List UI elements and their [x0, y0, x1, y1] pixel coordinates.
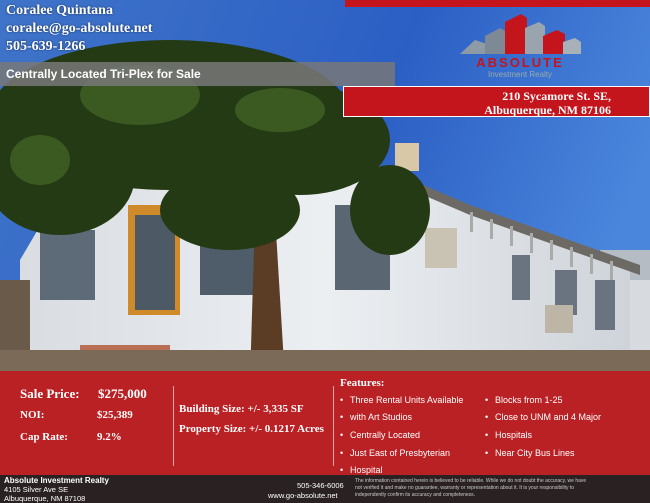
property-size: Property Size: +/- 0.1217 Acres	[179, 423, 324, 435]
footer-disclaimer-3: independently confirm its accuracy and c…	[355, 492, 476, 498]
cap-rate-value: 9.2%	[97, 431, 122, 443]
sale-price-label: Sale Price:	[20, 386, 80, 401]
headline-bar: Centrally Located Tri-Plex for Sale	[0, 62, 395, 86]
logo-tagline: Investment Realty	[487, 70, 553, 79]
feature-item: Close to UNM and 4 Major	[485, 412, 601, 422]
feature-item-continued: with Art Studios	[340, 412, 412, 422]
listing-headline: Centrally Located Tri-Plex for Sale	[6, 67, 201, 81]
skyline-logo-icon	[460, 14, 581, 54]
footer-website[interactable]: www.go-absolute.net	[268, 491, 338, 500]
building-size: Building Size: +/- 3,335 SF	[179, 403, 304, 415]
features-title: Features:	[340, 377, 385, 389]
feature-item: Just East of Presbyterian	[340, 448, 450, 458]
company-logo: ABSOLUTE Investment Realty	[455, 14, 585, 79]
feature-item-continued: Hospital	[340, 465, 382, 475]
address-line-1: 210 Sycamore St. SE,	[502, 89, 611, 103]
sale-price-value: $275,000	[98, 386, 147, 401]
noi-label: NOI:	[20, 409, 45, 421]
feature-item: Near City Bus Lines	[485, 448, 574, 458]
footer-street: 4105 Silver Ave SE	[4, 485, 69, 494]
cap-rate-label: Cap Rate:	[20, 431, 68, 443]
address-box: 210 Sycamore St. SE, Albuquerque, NM 871…	[343, 86, 650, 117]
panel-divider-1	[173, 386, 174, 466]
footer-city: Albuquerque, NM 87108	[4, 494, 86, 503]
agent-phone[interactable]: 505-639-1266	[6, 38, 152, 56]
footer-disclaimer-2: not verified it and make no guarantee, w…	[355, 485, 575, 491]
panel-divider-2	[333, 386, 334, 466]
agent-email[interactable]: coralee@go-absolute.net	[6, 20, 152, 38]
agent-name: Coralee Quintana	[6, 3, 113, 18]
footer-disclaimer-1: The information contained herein is beli…	[355, 478, 587, 484]
top-accent-bar	[345, 0, 650, 7]
feature-item: Three Rental Units Available	[340, 395, 463, 405]
feature-item: Blocks from 1-25	[485, 395, 562, 405]
footer: Absolute Investment Realty 4105 Silver A…	[0, 475, 650, 503]
noi-value: $25,389	[97, 409, 133, 421]
logo-wordmark: ABSOLUTE	[476, 55, 564, 70]
agent-contact: Coralee Quintana coralee@go-absolute.net…	[6, 2, 152, 56]
footer-phone[interactable]: 505-346-6006	[297, 481, 344, 490]
feature-item-continued: Hospitals	[485, 430, 532, 440]
address-line-2: Albuquerque, NM 87106	[484, 103, 611, 117]
footer-company: Absolute Investment Realty	[4, 476, 109, 485]
details-panel: Sale Price: $275,000 NOI: $25,389 Cap Ra…	[0, 371, 650, 475]
feature-item: Centrally Located	[340, 430, 420, 440]
